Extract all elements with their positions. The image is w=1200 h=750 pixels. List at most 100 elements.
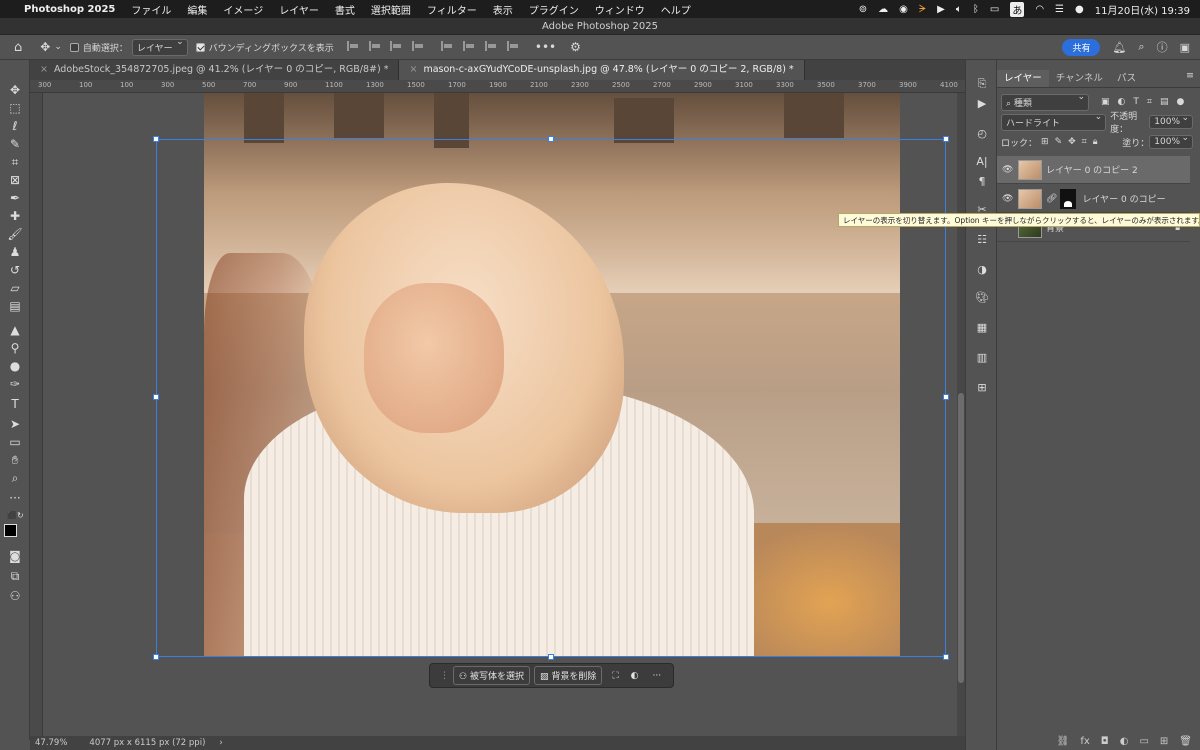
move-tool-preset[interactable]: ✥ ⌄	[40, 40, 62, 54]
blur-tool-icon[interactable]: ▲	[7, 322, 23, 338]
align-right-icon[interactable]	[390, 40, 402, 51]
align-center-icon[interactable]	[368, 40, 381, 51]
zoom-level[interactable]: 47.79%	[35, 738, 67, 748]
remove-background-button[interactable]: ▨ 背景を削除	[533, 666, 603, 685]
paths-icon[interactable]: ◴	[974, 126, 990, 142]
fill-field[interactable]: 100%	[1149, 133, 1193, 149]
drag-handle[interactable]: ⋮	[440, 671, 449, 681]
workspace-icon[interactable]: ▣	[1180, 41, 1190, 54]
default-colors-icon[interactable]: ⬛↻	[7, 508, 24, 524]
align-top-icon[interactable]	[441, 40, 453, 51]
blend-mode-dropdown[interactable]: ハードライト	[1001, 112, 1107, 131]
trash-icon[interactable]: 🗑︎	[1179, 736, 1192, 747]
menu-plugins[interactable]: プラグイン	[521, 2, 587, 17]
siri-icon[interactable]: ●	[1075, 4, 1084, 15]
select-subject-button[interactable]: ⚇ 被写体を選択	[453, 666, 530, 685]
layer-row[interactable]: 👁︎ レイヤー 0 のコピー 2	[997, 156, 1190, 184]
panel-menu-icon[interactable]: ≡	[1186, 70, 1200, 87]
lock-pixels-icon[interactable]: ⊞	[1041, 137, 1049, 147]
eraser-tool-icon[interactable]: ▱	[7, 280, 23, 296]
dropbox-icon[interactable]: ᗒ	[919, 4, 926, 15]
filter-pixel-icon[interactable]: ▣	[1101, 97, 1110, 107]
eye-icon[interactable]: 👁︎	[1002, 165, 1013, 175]
new-adjustment-icon[interactable]: ◐	[1120, 736, 1129, 747]
wifi-icon[interactable]: ◠	[1035, 4, 1044, 15]
frame-tool-icon[interactable]: ⊠	[7, 172, 23, 188]
transform-icon[interactable]: ⛶	[612, 671, 618, 681]
layer-name[interactable]: レイヤー 0 のコピー 2	[1046, 163, 1138, 176]
object-select-tool-icon[interactable]: ✎	[7, 136, 23, 152]
home-icon[interactable]: ⌂	[14, 40, 22, 55]
layer-row[interactable]: 👁︎ 🔗︎ レイヤー 0 のコピー	[997, 185, 1190, 213]
brush-tool-icon[interactable]: 🖌︎	[7, 226, 23, 242]
auto-select-checkbox[interactable]	[69, 42, 79, 52]
menu-view[interactable]: 表示	[485, 2, 521, 17]
auto-select-target-dropdown[interactable]: レイヤー	[131, 37, 188, 56]
menu-edit[interactable]: 編集	[179, 2, 215, 17]
path-select-tool-icon[interactable]: ➤	[7, 416, 23, 432]
history-brush-tool-icon[interactable]: ↺	[7, 262, 23, 278]
marquee-tool-icon[interactable]: ⬚	[7, 100, 23, 116]
transform-handle-top[interactable]	[548, 136, 554, 142]
more-options-icon[interactable]: ···	[653, 671, 662, 681]
hand-tool-icon[interactable]: ✋︎	[7, 452, 23, 468]
play-icon[interactable]: ▶	[937, 4, 945, 15]
move-tool-icon[interactable]: ✥	[7, 82, 23, 98]
filter-smart-object-icon[interactable]: ▤	[1160, 97, 1169, 107]
vertical-ruler[interactable]	[30, 93, 43, 736]
menu-window[interactable]: ウィンドウ	[587, 2, 653, 17]
gradients-icon[interactable]: ▥	[974, 350, 990, 366]
transform-handle-bottom[interactable]	[548, 654, 554, 660]
tab-document-1[interactable]: × AdobeStock_354872705.jpeg @ 41.2% (レイヤー…	[30, 60, 400, 80]
vertical-scrollbar[interactable]	[957, 93, 965, 736]
zoom-tool-icon[interactable]: ⌕	[7, 470, 23, 486]
search-icon[interactable]: ⌕	[1138, 40, 1144, 54]
lock-paint-icon[interactable]: ✎	[1055, 137, 1063, 147]
color-swatches[interactable]	[4, 524, 24, 544]
screen-mode-icon[interactable]: ⧉	[7, 568, 23, 584]
pen-tool-icon[interactable]: ✑	[7, 376, 23, 392]
layer-thumbnail[interactable]	[1018, 159, 1042, 180]
scroll-thumb[interactable]	[958, 393, 964, 683]
menu-filter[interactable]: フィルター	[419, 2, 485, 17]
menu-type[interactable]: 書式	[327, 2, 363, 17]
menu-app-name[interactable]: Photoshop 2025	[16, 4, 123, 15]
distribute-vertical-icon[interactable]	[506, 40, 519, 51]
crop-tool-icon[interactable]: ⌗	[7, 154, 23, 170]
patterns-icon[interactable]: ⊞	[974, 380, 990, 396]
layer-mask-thumbnail[interactable]	[1060, 188, 1077, 209]
eyedropper-tool-icon[interactable]: ✒	[7, 190, 23, 206]
menu-file[interactable]: ファイル	[123, 2, 179, 17]
menu-layer[interactable]: レイヤー	[271, 2, 327, 17]
align-left-icon[interactable]	[346, 40, 359, 51]
eye-icon[interactable]: 👁︎	[1002, 194, 1013, 204]
link-icon[interactable]: 🔗︎	[1046, 194, 1057, 204]
filter-adjustment-icon[interactable]: ◐	[1118, 97, 1126, 107]
actions-icon[interactable]: ▶	[974, 96, 990, 112]
volume-icon[interactable]: 🔈︎	[956, 4, 962, 15]
tab-paths[interactable]: パス	[1110, 70, 1143, 87]
transform-handle-top-right[interactable]	[943, 136, 949, 142]
layer-thumbnail[interactable]	[1018, 188, 1042, 209]
color-icon[interactable]: 🎨︎	[974, 290, 990, 306]
swatches-icon[interactable]: ▦	[974, 320, 990, 336]
gear-icon[interactable]: ⚙	[570, 40, 581, 54]
stamp-tool-icon[interactable]: ♟	[7, 244, 23, 260]
type-tool-icon[interactable]: T	[7, 396, 23, 412]
new-layer-icon[interactable]: ⊞	[1160, 736, 1168, 747]
filter-toggle-icon[interactable]: ●	[1176, 97, 1184, 107]
lasso-tool-icon[interactable]: ℓ	[7, 118, 23, 134]
cloud-icon[interactable]: ☁	[878, 4, 888, 15]
menu-help[interactable]: ヘルプ	[653, 2, 699, 17]
align-middle-icon[interactable]	[463, 40, 475, 51]
input-method-indicator[interactable]: あ	[1010, 1, 1025, 17]
control-center-icon[interactable]: ☰	[1055, 4, 1064, 15]
share-button[interactable]: 共有	[1062, 38, 1101, 56]
opacity-field[interactable]: 100%	[1149, 113, 1193, 129]
sync-icon[interactable]: ◉	[899, 4, 908, 15]
more-options-icon[interactable]: •••	[535, 40, 556, 54]
filter-kind-dropdown[interactable]: ⌕ 種類	[1001, 92, 1089, 111]
close-icon[interactable]: ×	[409, 64, 417, 75]
chevron-right-icon[interactable]: ›	[219, 738, 222, 748]
sponge-tool-icon[interactable]: ●	[7, 358, 23, 374]
